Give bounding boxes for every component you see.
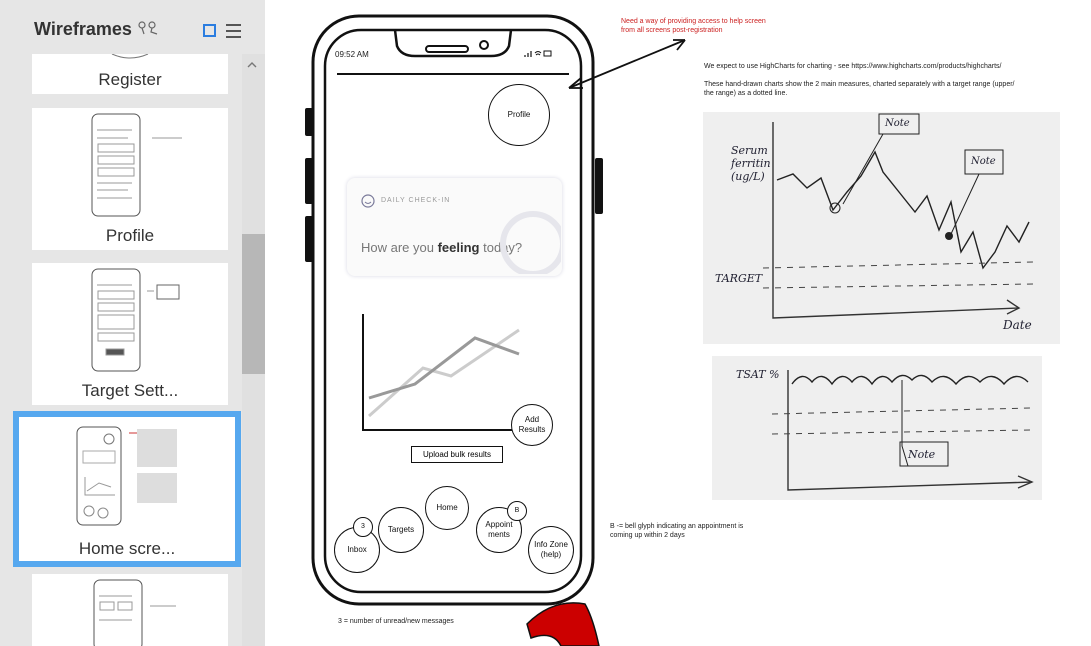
link-nodes-icon[interactable] bbox=[137, 20, 159, 38]
profile-button[interactable]: Profile bbox=[488, 84, 550, 146]
smile-icon bbox=[361, 194, 375, 208]
targets-button[interactable]: Targets bbox=[378, 507, 424, 553]
ferritin-ylabel: Serum ferritin (ug/L) bbox=[731, 144, 771, 183]
page-thumb-profile[interactable]: Profile bbox=[32, 108, 228, 250]
page-thumb-home-selected[interactable]: Home scre... bbox=[13, 411, 241, 567]
page-thumbnail bbox=[93, 579, 176, 646]
page-thumb-target-settings[interactable]: Target Sett... bbox=[32, 263, 228, 405]
home-button[interactable]: Home bbox=[425, 486, 469, 530]
upload-bulk-results-button[interactable]: Upload bulk results bbox=[411, 446, 503, 463]
feeling-prefix: How are you bbox=[361, 240, 438, 255]
tsat-chart-photo: TSAT % Note bbox=[712, 356, 1042, 500]
ferritin-note-b: Note bbox=[971, 156, 996, 167]
tsat-note: Note bbox=[908, 448, 936, 461]
pointer-arrow bbox=[568, 39, 686, 89]
sidebar-scroll-thumb[interactable] bbox=[242, 234, 265, 374]
bell-note-line2: coming up within 2 days bbox=[610, 532, 685, 539]
page-label: Target Sett... bbox=[81, 381, 179, 400]
bell-glyph-note: B -= bell glyph indicating an appointmen… bbox=[610, 522, 743, 540]
page-thumb-next[interactable] bbox=[32, 574, 228, 646]
faint-face-icon bbox=[500, 211, 561, 274]
selected-page-body: Home scre... bbox=[19, 417, 235, 561]
page-thumbnail bbox=[111, 54, 149, 59]
checkin-label: DAILY CHECK-IN bbox=[381, 197, 451, 204]
ferritin-xlabel: Date bbox=[1003, 318, 1032, 332]
inbox-badge: 3 bbox=[353, 517, 373, 537]
chevron-up-icon[interactable] bbox=[247, 60, 257, 70]
red-note-line1: Need a way of providing access to help s… bbox=[621, 18, 766, 25]
page-sidebar: Wireframes Register Profile Target Sett.… bbox=[0, 0, 265, 646]
charts-note-line2: the range) as a dotted line. bbox=[704, 90, 788, 97]
grid-view-icon[interactable] bbox=[203, 24, 216, 37]
charts-note-line1: These hand-drawn charts show the 2 main … bbox=[704, 81, 1015, 88]
help-access-note: Need a way of providing access to help s… bbox=[621, 17, 766, 35]
signal-wifi-battery-icon bbox=[524, 50, 552, 57]
page-thumb-register[interactable]: Register bbox=[32, 54, 228, 94]
charts-explanation-note: These hand-drawn charts show the 2 main … bbox=[704, 80, 1015, 98]
page-thumbnail bbox=[76, 426, 177, 526]
feeling-bold: feeling bbox=[437, 240, 480, 255]
status-time: 09:52 AM bbox=[335, 50, 369, 59]
ferritin-target-label: TARGET bbox=[715, 272, 763, 285]
info-zone-button[interactable]: Info Zone (help) bbox=[528, 526, 574, 574]
sidebar-header: Wireframes bbox=[0, 0, 265, 62]
daily-checkin-card[interactable]: DAILY CHECK-IN How are you feeling today… bbox=[347, 178, 562, 276]
bell-note-line1: B -= bell glyph indicating an appointmen… bbox=[610, 523, 744, 530]
sketch-chart bbox=[362, 314, 531, 431]
page-thumbnail bbox=[91, 113, 182, 217]
appointment-bell-badge: B bbox=[507, 501, 527, 521]
page-label: Profile bbox=[105, 226, 155, 245]
sidebar-scrollbar[interactable] bbox=[242, 54, 265, 646]
ferritin-chart-photo: Serum ferritin (ug/L) Note Note TARGET D… bbox=[703, 112, 1060, 344]
highcharts-note: We expect to use HighCharts for charting… bbox=[704, 63, 1002, 70]
list-view-icon[interactable] bbox=[226, 24, 241, 38]
page-thumbnail bbox=[91, 268, 180, 372]
wireframe-canvas[interactable]: 09:52 AM Profile DAILY CHECK-IN How are … bbox=[265, 0, 1091, 646]
tsat-ylabel: TSAT % bbox=[736, 368, 780, 381]
sidebar-title: Wireframes bbox=[34, 19, 132, 39]
page-label: Home scre... bbox=[78, 539, 176, 558]
ferritin-note-a: Note bbox=[885, 118, 910, 129]
red-pointer-shape bbox=[526, 602, 600, 646]
add-results-button[interactable]: Add Results bbox=[511, 404, 553, 446]
page-label: Register bbox=[98, 70, 162, 89]
unread-messages-note: 3 = number of unread/new messages bbox=[338, 618, 454, 625]
